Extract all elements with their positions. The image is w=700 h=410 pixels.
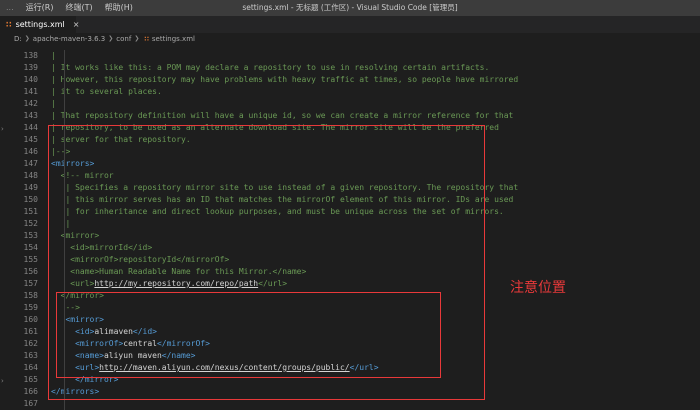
line-number: 156 [23, 267, 38, 276]
line-number: 141 [23, 87, 38, 96]
line-number: 147 [23, 159, 38, 168]
fold-chevron-icon[interactable]: › [1, 377, 4, 385]
line-number: 166 [23, 387, 38, 396]
breadcrumb-drive[interactable]: D: [14, 33, 22, 45]
line-number: 159 [23, 303, 38, 312]
rss-icon: ∷ [144, 35, 149, 43]
annotation-inner-box [56, 292, 441, 378]
indent-guide [64, 74, 65, 86]
code-token: | However, this repository may have prob… [51, 75, 519, 84]
code-line[interactable]: 140 | However, this repository may have p… [0, 74, 700, 86]
line-number: 144 [23, 123, 38, 132]
line-number: 142 [23, 99, 38, 108]
line-number: 148 [23, 171, 38, 180]
code-text: | [51, 50, 61, 62]
title-bar: ... 运行(R) 终端(T) 帮助(H) settings.xml - 无标题… [0, 0, 700, 16]
chevron-right-icon: ❯ [108, 35, 114, 42]
line-number: 150 [23, 195, 38, 204]
line-number: 164 [23, 363, 38, 372]
indent-guide [64, 98, 65, 110]
indent-guide [64, 50, 65, 62]
code-token: | It works like this: a POM may declare … [51, 63, 490, 72]
line-number: 146 [23, 147, 38, 156]
chevron-right-icon: ❯ [134, 35, 140, 42]
code-line[interactable]: 143 | That repository definition will hav… [0, 110, 700, 122]
code-token: | That repository definition will have a… [51, 111, 514, 120]
breadcrumb: D: ❯ apache-maven-3.6.3 ❯ conf ❯ ∷ setti… [0, 33, 700, 45]
line-number: 140 [23, 75, 38, 84]
line-number: 161 [23, 327, 38, 336]
line-number: 157 [23, 279, 38, 288]
indent-guide [64, 86, 65, 98]
line-number: 143 [23, 111, 38, 120]
code-text: | That repository definition will have a… [51, 110, 513, 122]
line-number: 139 [23, 63, 38, 72]
tab-label: settings.xml [15, 20, 65, 29]
line-number: 138 [23, 51, 38, 60]
breadcrumb-folder-conf[interactable]: conf [116, 33, 131, 45]
line-number: 160 [23, 315, 38, 324]
line-number: 154 [23, 243, 38, 252]
code-text: | [51, 98, 56, 110]
rss-icon: ∷ [6, 20, 12, 29]
indent-guide [64, 62, 65, 74]
line-number: 152 [23, 219, 38, 228]
window-title: settings.xml - 无标题 (工作区) - Visual Studio… [242, 3, 458, 12]
code-text: | it to several places. [51, 86, 162, 98]
line-number: 145 [23, 135, 38, 144]
line-number: 162 [23, 339, 38, 348]
line-number: 151 [23, 207, 38, 216]
chevron-right-icon: ❯ [24, 35, 30, 42]
line-number: 158 [23, 291, 38, 300]
code-token: | it to several places. [51, 87, 162, 96]
code-line[interactable]: 142 | [0, 98, 700, 110]
line-number: 149 [23, 183, 38, 192]
indent-guide [64, 110, 65, 122]
breadcrumb-folder-maven[interactable]: apache-maven-3.6.3 [33, 33, 105, 45]
code-text: | However, this repository may have prob… [51, 74, 518, 86]
code-text: | It works like this: a POM may declare … [51, 62, 489, 74]
fold-chevron-icon[interactable]: › [1, 125, 4, 133]
code-token: | [51, 51, 61, 60]
close-icon[interactable]: × [73, 20, 80, 29]
code-line[interactable]: 138 | [0, 50, 700, 62]
annotation-label: 注意位置 [510, 280, 566, 296]
tab-settings-xml[interactable]: ∷ settings.xml × [0, 16, 79, 33]
tab-bar: ∷ settings.xml × [0, 16, 700, 33]
line-number: 163 [23, 351, 38, 360]
line-number: 153 [23, 231, 38, 240]
code-token: | [51, 99, 56, 108]
code-line[interactable]: 141 | it to several places. [0, 86, 700, 98]
breadcrumb-file[interactable]: settings.xml [152, 33, 195, 45]
line-number: 165 [23, 375, 38, 384]
line-number: 155 [23, 255, 38, 264]
code-line[interactable]: 139 | It works like this: a POM may decla… [0, 62, 700, 74]
